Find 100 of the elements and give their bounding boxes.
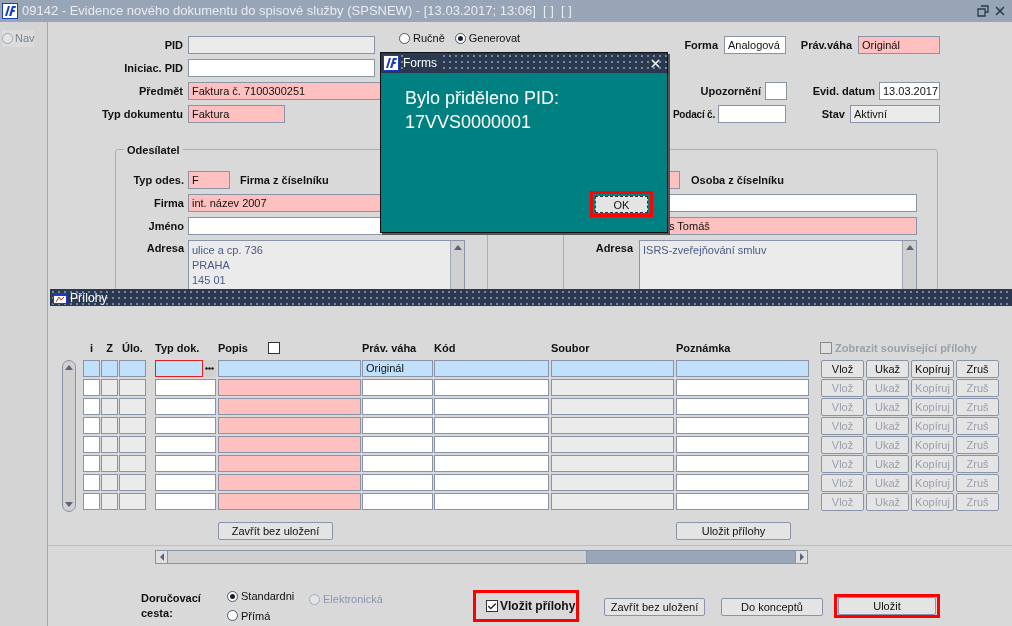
table-cell[interactable] — [434, 493, 549, 510]
input-field[interactable] — [155, 360, 203, 377]
vertical-scrollbar[interactable] — [450, 241, 464, 289]
input-field[interactable] — [155, 379, 216, 396]
table-cell[interactable] — [101, 360, 118, 377]
table-cell[interactable] — [101, 493, 118, 510]
scroll-thumb[interactable] — [168, 551, 587, 563]
table-cell[interactable] — [676, 379, 809, 396]
input-field[interactable] — [188, 36, 375, 54]
table-cell[interactable] — [676, 493, 809, 510]
table-cell[interactable] — [83, 398, 100, 415]
table-cell[interactable] — [434, 417, 549, 434]
table-cell[interactable] — [83, 474, 100, 491]
input-field[interactable] — [155, 474, 216, 491]
input-field[interactable]: Faktura — [188, 105, 285, 123]
horizontal-scrollbar[interactable] — [155, 550, 808, 564]
table-cell[interactable] — [551, 417, 674, 434]
table-cell[interactable] — [218, 360, 361, 377]
table-cell[interactable] — [551, 455, 674, 472]
action-button[interactable]: Zavřít bez uložení — [218, 522, 333, 540]
radio-option[interactable]: Standardni — [227, 588, 309, 605]
table-cell[interactable] — [676, 474, 809, 491]
up-arrow-icon[interactable] — [452, 244, 463, 251]
table-cell[interactable] — [83, 360, 100, 377]
down-arrow-icon[interactable] — [64, 501, 74, 509]
table-cell[interactable] — [119, 474, 146, 491]
radio-button[interactable] — [227, 590, 238, 602]
table-cell[interactable] — [119, 455, 146, 472]
radio-button[interactable] — [227, 610, 238, 622]
input-field[interactable] — [188, 59, 375, 77]
action-button[interactable]: Kopíruj — [911, 359, 954, 378]
radio-button[interactable] — [2, 32, 13, 44]
table-cell[interactable] — [119, 493, 146, 510]
table-cell[interactable] — [362, 474, 433, 491]
up-arrow-icon[interactable] — [904, 244, 915, 251]
table-cell[interactable] — [434, 474, 549, 491]
table-cell[interactable] — [676, 417, 809, 434]
table-cell[interactable] — [83, 455, 100, 472]
nav-toggle[interactable]: Nav — [2, 30, 34, 47]
input-field[interactable] — [155, 493, 216, 510]
up-arrow-icon[interactable] — [64, 363, 74, 371]
table-cell[interactable] — [119, 417, 146, 434]
table-cell[interactable] — [434, 398, 549, 415]
radio-option[interactable]: Ručně — [399, 30, 445, 47]
input-field[interactable]: Analogová — [724, 36, 786, 54]
action-button[interactable]: Vlož — [821, 359, 864, 378]
input-field[interactable]: Originál — [858, 36, 940, 54]
input-field[interactable] — [718, 105, 786, 123]
ok-button[interactable]: OK — [595, 195, 648, 213]
radio-button[interactable] — [454, 32, 466, 44]
table-cell[interactable] — [218, 398, 361, 415]
radio-option[interactable]: Generovat — [454, 30, 521, 47]
close-icon[interactable] — [993, 4, 1007, 18]
action-button[interactable]: Zruš — [956, 359, 999, 378]
action-button[interactable]: Uložit — [838, 597, 936, 615]
table-cell[interactable] — [551, 436, 674, 453]
table-cell[interactable] — [434, 360, 549, 377]
action-button[interactable]: Ukaž — [866, 359, 909, 378]
address-field[interactable]: ISRS-zveřejňování smluv — [639, 240, 917, 289]
table-cell[interactable] — [362, 436, 433, 453]
table-cell[interactable] — [676, 360, 809, 377]
table-cell[interactable] — [83, 436, 100, 453]
table-cell[interactable] — [676, 455, 809, 472]
radio-button[interactable] — [399, 32, 410, 44]
table-cell[interactable] — [551, 493, 674, 510]
input-field[interactable] — [765, 82, 787, 100]
checkbox[interactable] — [486, 600, 498, 612]
table-cell[interactable] — [218, 455, 361, 472]
table-cell[interactable] — [83, 379, 100, 396]
table-cell[interactable] — [101, 398, 118, 415]
table-cell[interactable] — [119, 436, 146, 453]
table-cell[interactable] — [119, 379, 146, 396]
action-button[interactable]: Do konceptů — [721, 598, 823, 616]
table-cell[interactable] — [101, 455, 118, 472]
table-cell[interactable] — [362, 493, 433, 510]
checkbox[interactable] — [267, 341, 280, 354]
input-field[interactable] — [155, 436, 216, 453]
input-field[interactable] — [155, 455, 216, 472]
more-button[interactable] — [203, 360, 216, 377]
table-cell[interactable] — [362, 417, 433, 434]
input-field[interactable]: 13.03.2017 — [879, 82, 940, 100]
table-cell[interactable] — [676, 398, 809, 415]
table-cell[interactable] — [434, 455, 549, 472]
table-cell[interactable] — [218, 417, 361, 434]
table-cell[interactable] — [551, 398, 674, 415]
vertical-scrollbar[interactable] — [902, 241, 916, 289]
table-cell[interactable] — [362, 455, 433, 472]
table-cell[interactable] — [218, 379, 361, 396]
table-cell[interactable]: Originál — [362, 360, 433, 377]
table-cell[interactable] — [119, 360, 146, 377]
table-cell[interactable] — [362, 379, 433, 396]
restore-icon[interactable] — [977, 5, 989, 17]
table-cell[interactable] — [119, 398, 146, 415]
table-cell[interactable] — [676, 436, 809, 453]
table-cell[interactable] — [83, 493, 100, 510]
input-field[interactable]: Aktivní — [850, 105, 940, 123]
action-button[interactable]: Uložit přílohy — [676, 522, 791, 540]
input-field[interactable] — [155, 417, 216, 434]
table-cell[interactable] — [362, 398, 433, 415]
table-cell[interactable] — [101, 379, 118, 396]
